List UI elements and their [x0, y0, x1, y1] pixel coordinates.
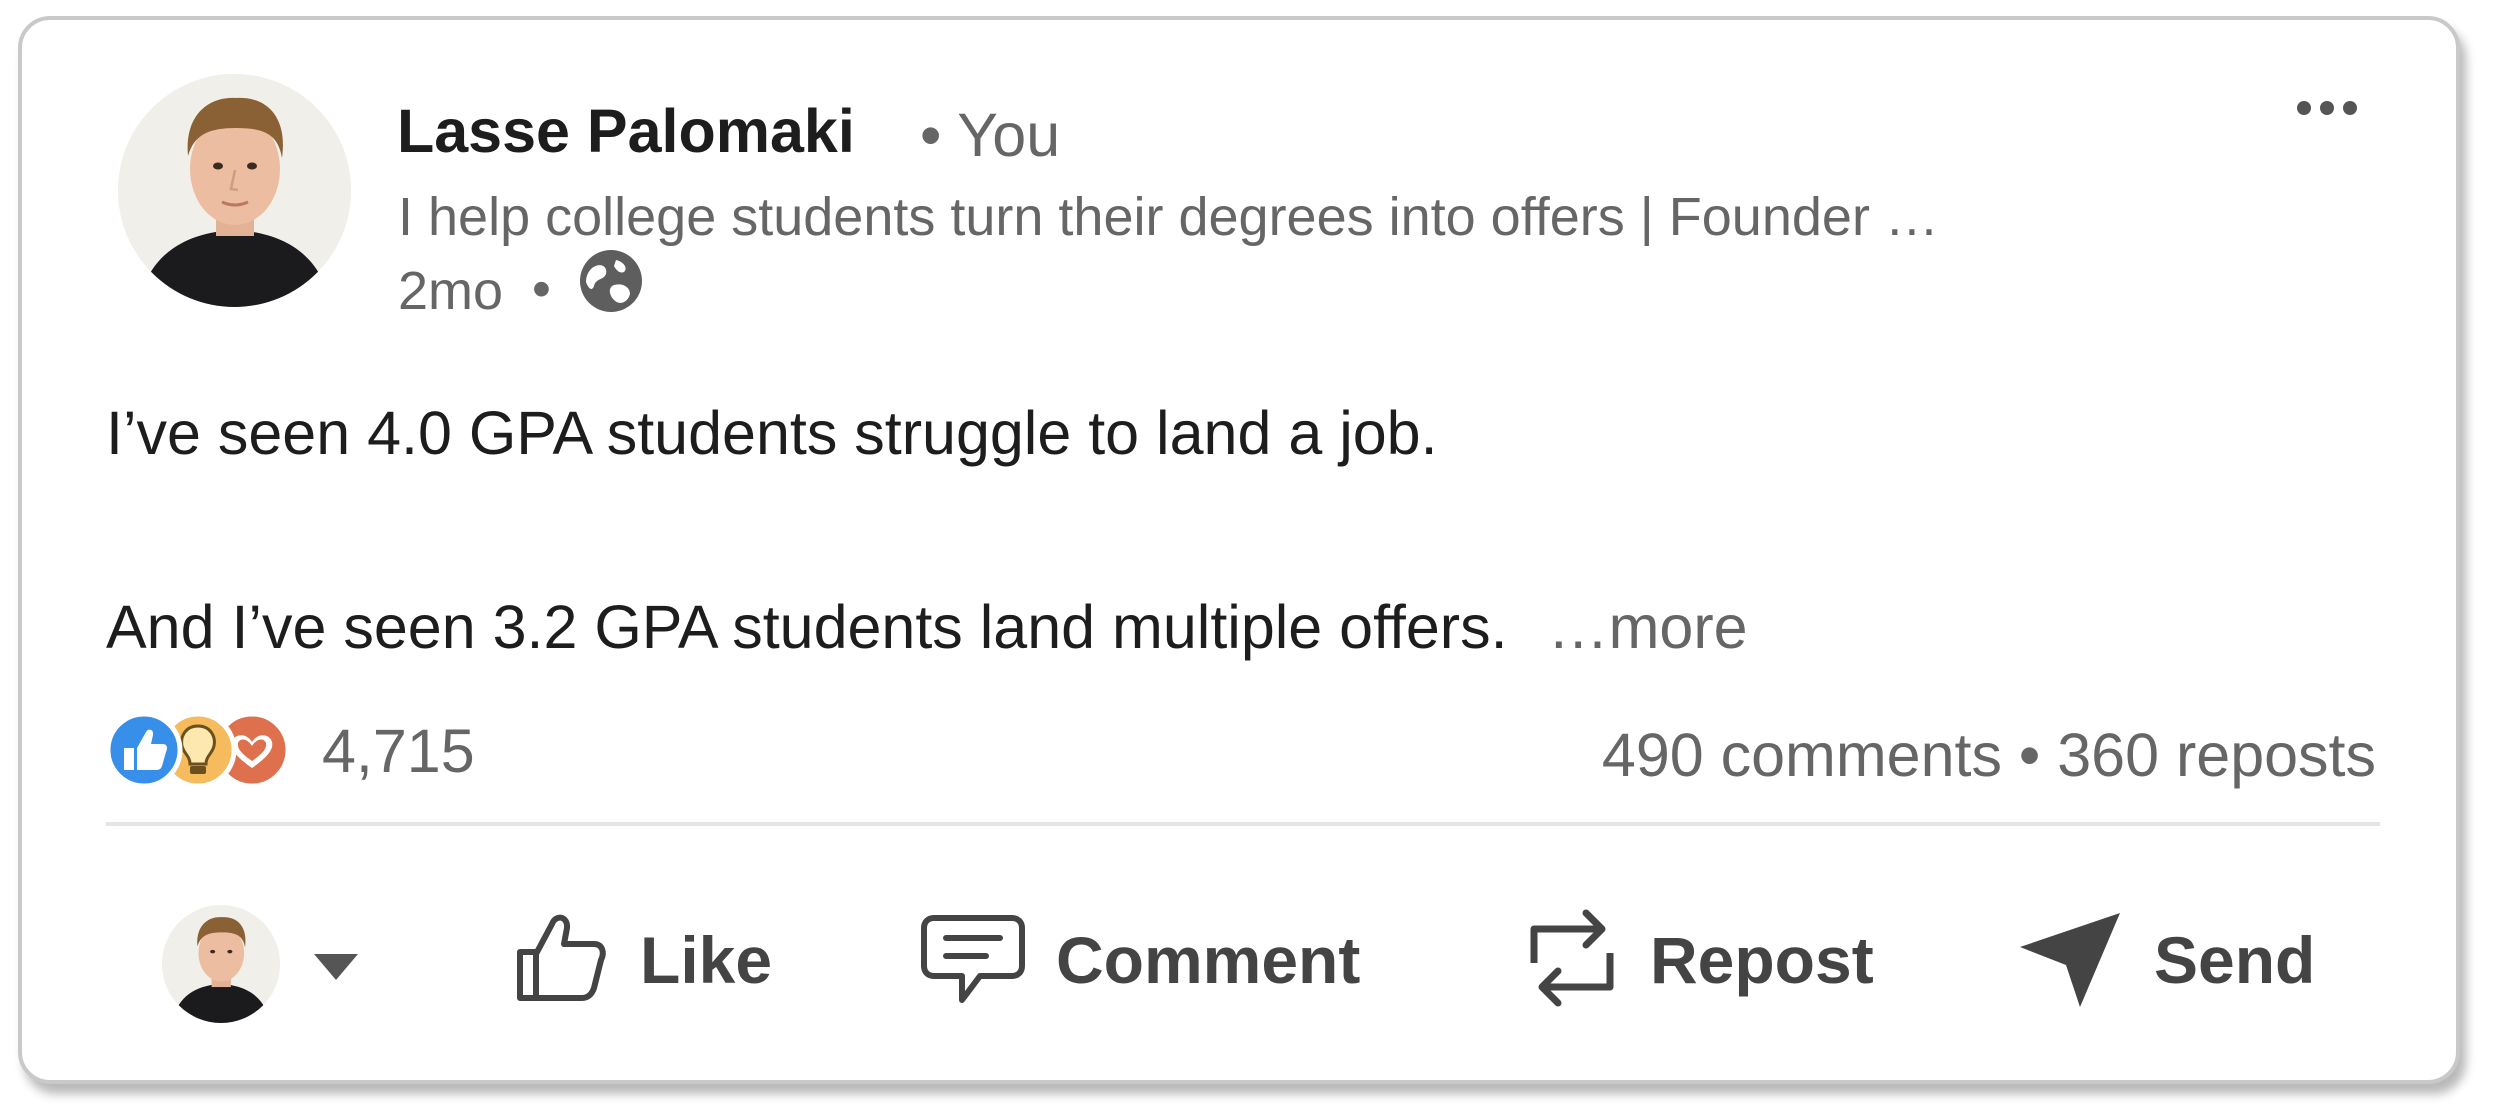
post-body-line-2: And I’ve seen 3.2 GPA students land mult…: [106, 592, 1748, 662]
reaction-icons[interactable]: [105, 710, 306, 790]
engagement-stats: 490 comments • 360 reposts: [1602, 720, 2376, 790]
repost-button[interactable]: Repost: [1522, 900, 1874, 1020]
chevron-down-icon[interactable]: [312, 952, 360, 982]
send-icon: [2016, 903, 2126, 1018]
comment-label: Comment: [1056, 923, 1361, 997]
see-more-link[interactable]: …more: [1548, 593, 1748, 661]
meta-separator: •: [532, 259, 551, 319]
reposts-count[interactable]: 360 reposts: [2057, 721, 2376, 789]
thumbs-up-icon: [512, 908, 612, 1013]
globe-icon: [578, 248, 644, 314]
repost-label: Repost: [1650, 923, 1874, 997]
stats-separator: •: [2018, 721, 2041, 789]
more-options-icon[interactable]: [2292, 88, 2362, 128]
comment-button[interactable]: Comment: [918, 900, 1360, 1020]
post-body-line-1: I’ve seen 4.0 GPA students struggle to l…: [106, 399, 1438, 467]
like-reaction-icon: [105, 711, 183, 789]
divider: [106, 822, 2380, 826]
author-headline: I help college students turn their degre…: [398, 187, 1939, 247]
send-button[interactable]: Send: [2016, 900, 2315, 1020]
author-avatar[interactable]: [118, 74, 351, 307]
comment-icon: [918, 908, 1028, 1013]
comments-count[interactable]: 490 comments: [1602, 721, 2002, 789]
reaction-count[interactable]: 4,715: [322, 716, 475, 786]
actor-avatar[interactable]: [162, 905, 280, 1023]
post-time: 2mo: [398, 261, 504, 321]
post-card: Lasse Palomaki • You I help college stud…: [18, 16, 2460, 1084]
author-name[interactable]: Lasse Palomaki: [397, 96, 855, 166]
send-label: Send: [2154, 923, 2316, 997]
author-relation: • You: [920, 101, 1061, 169]
repost-icon: [1522, 903, 1622, 1018]
post-body-line-2-text: And I’ve seen 3.2 GPA students land mult…: [106, 593, 1508, 661]
like-label: Like: [640, 923, 773, 997]
like-button[interactable]: Like: [512, 900, 772, 1020]
